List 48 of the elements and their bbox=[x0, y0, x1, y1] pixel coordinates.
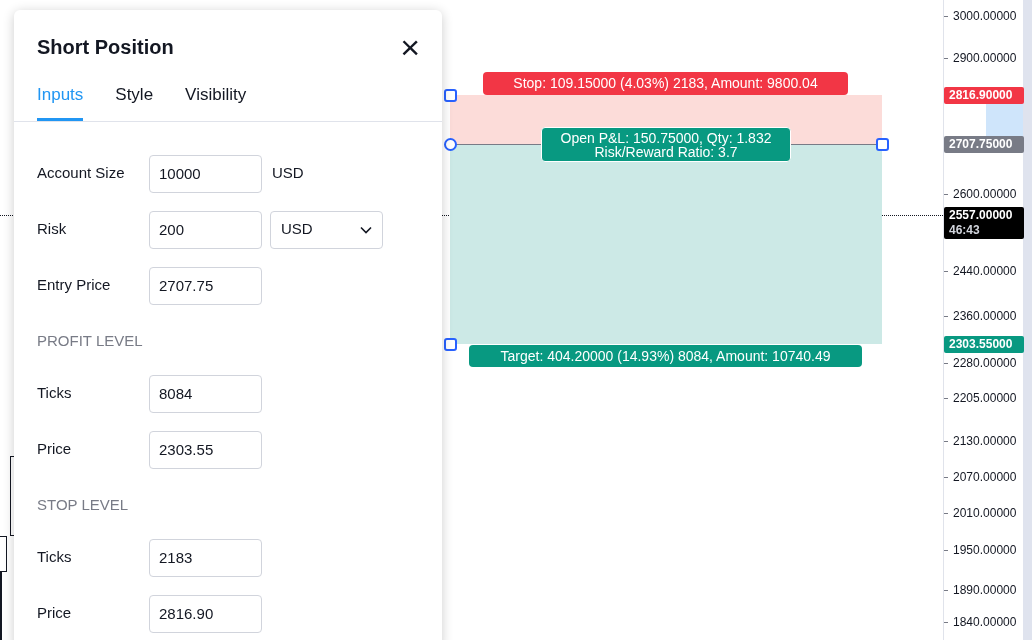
tab[interactable]: Style bbox=[115, 82, 154, 121]
resize-handle[interactable] bbox=[444, 89, 457, 102]
input-field[interactable]: 2303.55 bbox=[149, 430, 262, 469]
input-field[interactable]: 200 bbox=[149, 210, 262, 249]
price-marker-text: 2707.75000 bbox=[949, 137, 1014, 152]
tab[interactable]: Visibility bbox=[185, 82, 247, 121]
price-tick: 2280.00000 bbox=[953, 355, 1017, 371]
price-tick: 2010.00000 bbox=[953, 505, 1017, 521]
price-tick: 1840.00000 bbox=[953, 614, 1017, 630]
price-marker-text: 2816.90000 bbox=[949, 88, 1014, 103]
price-tick: 3000.00000 bbox=[953, 8, 1017, 24]
input-field[interactable]: 2816.90 bbox=[149, 594, 262, 633]
price-tick: 1890.00000 bbox=[953, 582, 1017, 598]
input-field[interactable]: 8084 bbox=[149, 374, 262, 413]
price-tick: 2130.00000 bbox=[953, 433, 1017, 449]
close-button[interactable]: × bbox=[400, 33, 420, 61]
price-tick: 2205.00000 bbox=[953, 390, 1017, 406]
price-marker-text: 2557.00000 bbox=[949, 208, 1014, 223]
unit-label: USD bbox=[272, 163, 304, 184]
field-label: Risk bbox=[37, 219, 68, 240]
price-tick: 2900.00000 bbox=[953, 50, 1017, 66]
resize-handle[interactable] bbox=[876, 138, 889, 151]
price-tick: 1950.00000 bbox=[953, 542, 1017, 558]
section-heading: PROFIT LEVEL bbox=[37, 331, 143, 352]
price-tick: 2440.00000 bbox=[953, 263, 1017, 279]
countdown-text: 46:43 bbox=[949, 223, 981, 238]
price-marker-text: 2303.55000 bbox=[949, 337, 1014, 352]
price-tick: 2600.00000 bbox=[953, 186, 1017, 202]
price-tick: 2070.00000 bbox=[953, 469, 1017, 485]
field-label: Ticks bbox=[37, 383, 73, 404]
scrollbar[interactable] bbox=[1023, 0, 1032, 640]
dialog-title: Short Position bbox=[37, 35, 174, 60]
section-heading: STOP LEVEL bbox=[37, 495, 129, 516]
pnl-label: Open P&L: 150.75000, Qty: 1.832 bbox=[560, 130, 772, 145]
price-tick: 2360.00000 bbox=[953, 308, 1017, 324]
input-field[interactable]: 2183 bbox=[149, 538, 262, 577]
field-label: Price bbox=[37, 439, 73, 460]
chevron-down-icon bbox=[360, 225, 372, 234]
target-label: Target: 404.20000 (14.93%) 8084, Amount: 10740.49 bbox=[469, 345, 862, 367]
input-field[interactable]: 10000 bbox=[149, 154, 262, 193]
field-label: Price bbox=[37, 603, 73, 624]
field-label: Ticks bbox=[37, 547, 73, 568]
currency-select[interactable]: USD bbox=[270, 210, 383, 249]
resize-handle[interactable] bbox=[444, 338, 457, 351]
input-field[interactable]: 2707.75 bbox=[149, 266, 262, 305]
stop-label: Stop: 109.15000 (4.03%) 2183, Amount: 9800.04 bbox=[483, 72, 848, 95]
field-label: Account Size bbox=[37, 163, 126, 184]
field-label: Entry Price bbox=[37, 275, 112, 296]
